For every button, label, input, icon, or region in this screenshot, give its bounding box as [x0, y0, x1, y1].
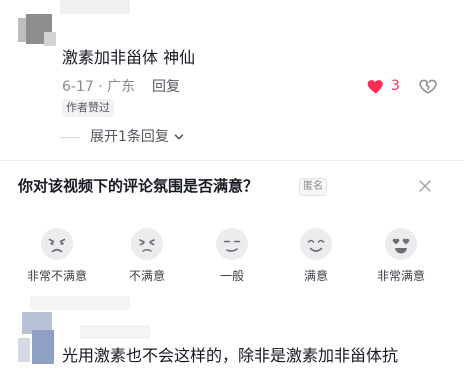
- neutral-face-icon: [216, 228, 248, 260]
- expand-divider: [60, 137, 80, 138]
- comment-text: 光用激素也不会这样的，除非是激素加非甾体抗: [62, 346, 399, 365]
- broken-heart-icon: [419, 79, 437, 94]
- survey-option-label: 满意: [303, 269, 328, 283]
- expand-replies-button[interactable]: 展开1条回复: [90, 128, 185, 146]
- survey-option-very-dissatisfied[interactable]: 非常不满意: [15, 226, 99, 284]
- survey-option-dissatisfied[interactable]: 不满意: [105, 226, 189, 284]
- survey-option-satisfied[interactable]: 满意: [274, 226, 358, 284]
- heart-filled-icon: [367, 80, 383, 94]
- section-divider: [0, 160, 464, 161]
- blurred-username: [60, 0, 130, 14]
- survey-option-label: 一般: [219, 269, 244, 283]
- close-survey-button[interactable]: [418, 178, 432, 192]
- survey-option-label: 非常满意: [376, 269, 425, 283]
- comment-text: 激素加非甾体 神仙: [62, 48, 196, 67]
- anonymous-badge: 匿名: [299, 178, 327, 196]
- survey-question: 你对该视频下的评论氛围是否满意？: [18, 177, 259, 195]
- author-liked-tag: 作者赞过: [62, 99, 114, 117]
- expand-replies-label: 展开1条回复: [90, 129, 169, 145]
- dislike-button[interactable]: [418, 76, 438, 96]
- very-dissatisfied-face-icon: [41, 228, 73, 260]
- survey-option-label: 不满意: [128, 269, 165, 283]
- avatar-blurred[interactable]: [18, 0, 58, 54]
- comment-date-location: 6-17 · 广东: [62, 79, 136, 95]
- very-satisfied-face-icon: [385, 228, 417, 260]
- avatar-blurred[interactable]: [18, 308, 58, 368]
- like-button[interactable]: 3: [366, 76, 400, 96]
- close-icon: [419, 180, 431, 192]
- like-count: 3: [391, 78, 400, 94]
- reply-button[interactable]: 回复: [152, 78, 180, 96]
- survey-option-label: 非常不满意: [26, 269, 87, 283]
- satisfied-face-icon: [300, 228, 332, 260]
- dissatisfied-face-icon: [131, 228, 163, 260]
- chevron-down-icon: [174, 134, 184, 140]
- blurred-username: [80, 325, 150, 339]
- survey-option-very-satisfied[interactable]: 非常满意: [359, 226, 443, 284]
- survey-option-neutral[interactable]: 一般: [190, 226, 274, 284]
